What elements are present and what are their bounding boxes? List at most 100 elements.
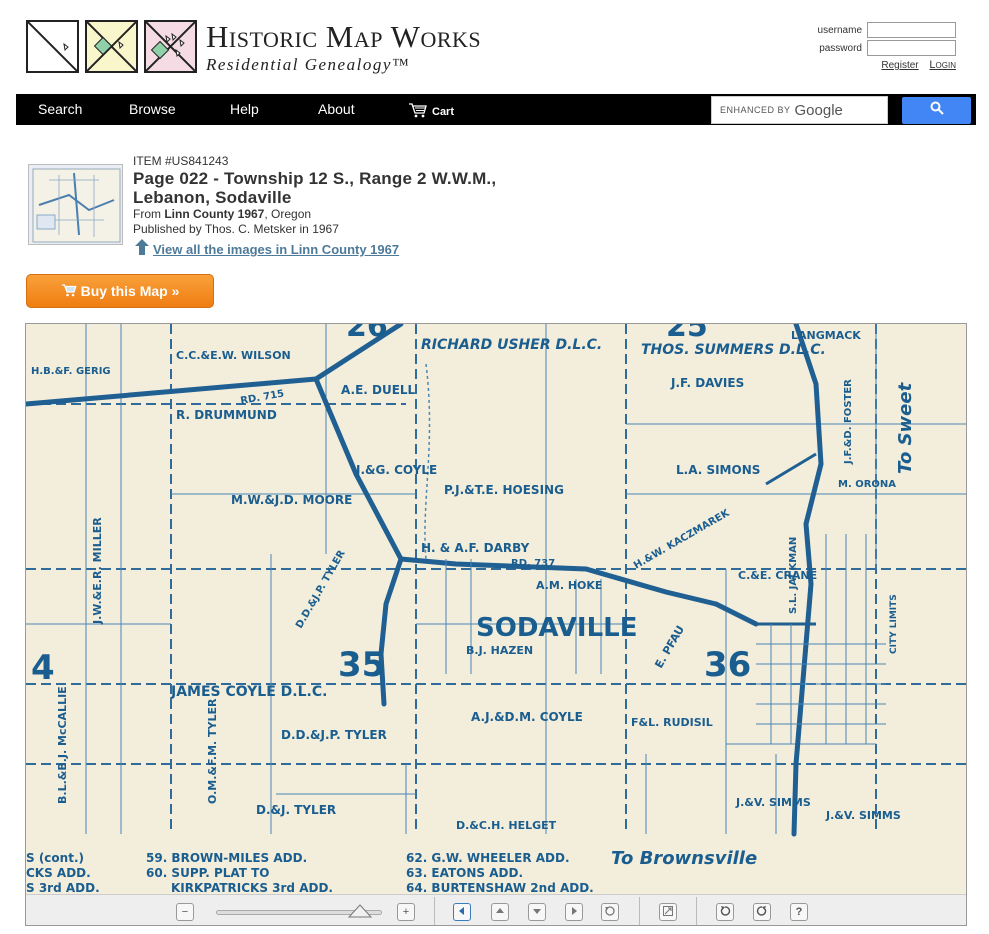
brand: Historic Map Works Residential Genealogy…: [206, 20, 481, 75]
map-label-rudisil: F&L. RUDISIL: [631, 716, 713, 729]
nav-about[interactable]: About: [318, 101, 355, 117]
username-input[interactable]: [867, 22, 956, 38]
map-label-summers: THOS. SUMMERS D.L.C.: [641, 342, 826, 358]
map-label-simms-1: J.&V. SIMMS: [735, 796, 811, 809]
map-label-orona: M. ORONA: [838, 479, 896, 490]
map-label-usher: RICHARD USHER D.L.C.: [421, 337, 602, 353]
map-label-sec36: 36: [704, 645, 751, 685]
cart-icon: [408, 102, 428, 121]
rotate-left-icon: [719, 905, 731, 920]
map-image[interactable]: SODAVILLE 35 36 25 26 4 RICHARD USHER D.…: [26, 324, 966, 895]
map-label-sodaville: SODAVILLE: [476, 613, 637, 643]
zoom-slider[interactable]: [216, 904, 382, 918]
pan-left-button[interactable]: [453, 903, 471, 921]
map-label-langmack: LANGMACK: [791, 329, 861, 342]
main-nav: Search Browse Help About Cart ENHANCED B…: [16, 94, 976, 125]
rotate-right-button[interactable]: [753, 903, 771, 921]
map-label-tyler-om: O.M.&F.M. TYLER: [206, 698, 219, 804]
map-legend-2: CKS ADD.: [26, 866, 91, 880]
map-label-tyler-dd2: D.D.&J.P. TYLER: [281, 728, 387, 742]
login-form: username password Register Login: [818, 21, 956, 71]
password-input[interactable]: [867, 40, 956, 56]
pan-right-button[interactable]: [565, 903, 583, 921]
map-label-sec35: 35: [338, 645, 385, 685]
map-label-davies: J.F. DAVIES: [670, 376, 744, 390]
map-toolbar: − + ?: [26, 894, 966, 925]
help-button[interactable]: ?: [790, 903, 808, 921]
arrow-up-icon: [495, 906, 505, 919]
pan-down-button[interactable]: [528, 903, 546, 921]
search-button[interactable]: [902, 97, 971, 124]
buy-map-button[interactable]: Buy this Map »: [26, 274, 214, 308]
map-legend-64: 64. BURTENSHAW 2nd ADD.: [406, 881, 594, 894]
username-label: username: [817, 24, 862, 36]
nav-cart[interactable]: Cart: [408, 102, 454, 121]
brand-title: Historic Map Works: [206, 19, 482, 54]
logo-tile-3: [144, 20, 197, 73]
map-label-sec4: 4: [31, 648, 55, 688]
map-label-hoke: A.M. HOKE: [536, 579, 602, 592]
county-name: Linn County 1967: [164, 207, 265, 221]
map-label-coyle-jg: J.&G. COYLE: [355, 463, 437, 477]
map-viewer: SODAVILLE 35 36 25 26 4 RICHARD USHER D.…: [25, 323, 967, 926]
map-label-drummund: R. DRUMMUND: [176, 408, 277, 422]
map-label-hazen: B.J. HAZEN: [466, 644, 533, 657]
map-legend-59: 59. BROWN-MILES ADD.: [146, 851, 307, 865]
reset-icon: [604, 905, 616, 920]
toolbar-divider: [639, 897, 640, 925]
item-info: ITEM #US841243 Page 022 - Township 12 S.…: [133, 154, 553, 261]
map-legend-63: 63. EATONS ADD.: [406, 866, 523, 880]
map-label-to-sweet: To Sweet: [895, 381, 916, 474]
help-icon: ?: [795, 906, 803, 918]
map-label-coyle-aj: A.J.&D.M. COYLE: [471, 710, 583, 724]
zoom-in-button[interactable]: +: [397, 903, 415, 921]
toolbar-divider: [696, 897, 697, 925]
map-label-hoesing: P.J.&T.E. HOESING: [444, 483, 564, 497]
map-label-foster: J.F.&D. FOSTER: [843, 379, 854, 465]
map-label-tyler-dj: D.&J. TYLER: [256, 803, 336, 817]
map-legend-60: 60. SUPP. PLAT TO: [146, 866, 270, 880]
map-label-james-coyle: JAMES COYLE D.L.C.: [170, 684, 327, 700]
zoom-slider-thumb[interactable]: [347, 903, 373, 919]
cart-label: Cart: [432, 105, 455, 118]
cart-icon: [61, 283, 77, 300]
login-link[interactable]: Login: [929, 59, 956, 71]
nav-browse[interactable]: Browse: [129, 101, 176, 117]
map-legend-3: S 3rd ADD.: [26, 881, 100, 894]
reset-view-button[interactable]: [601, 903, 619, 921]
map-label-simms-2: J.&V. SIMMS: [825, 809, 901, 822]
nav-search[interactable]: Search: [38, 101, 82, 117]
google-label: Google: [794, 101, 843, 119]
fullscreen-button[interactable]: [659, 903, 677, 921]
toolbar-divider: [434, 897, 435, 925]
logo[interactable]: [26, 20, 197, 73]
google-search-input[interactable]: ENHANCED BY Google: [711, 96, 888, 124]
nav-help[interactable]: Help: [230, 101, 259, 117]
zoom-out-button[interactable]: −: [176, 903, 194, 921]
state-name: , Oregon: [264, 207, 312, 221]
map-legend-60b: KIRKPATRICKS 3rd ADD.: [171, 881, 333, 894]
view-all-images-link[interactable]: View all the images in Linn County 1967: [153, 242, 399, 257]
arrow-left-icon: [457, 906, 467, 919]
from-label: From: [133, 207, 165, 221]
arrow-down-icon: [532, 906, 542, 919]
map-label-moore: M.W.&J.D. MOORE: [231, 493, 352, 507]
map-label-mccallie: B.L.&B.J. McCALLIE: [56, 686, 69, 804]
rotate-left-button[interactable]: [716, 903, 734, 921]
item-id: ITEM #US841243: [133, 154, 229, 168]
back-arrow-icon: [133, 238, 151, 261]
buy-map-label: Buy this Map »: [80, 283, 180, 299]
map-thumbnail[interactable]: [28, 164, 123, 245]
rotate-right-icon: [756, 905, 768, 920]
pan-up-button[interactable]: [491, 903, 509, 921]
password-label: password: [819, 42, 862, 54]
map-label-simons: L.A. SIMONS: [676, 463, 760, 477]
map-label-miller: J.W.&E.R. MILLER: [91, 517, 104, 625]
search-icon: [930, 101, 944, 120]
plus-icon: +: [402, 906, 410, 918]
fullscreen-icon: [662, 905, 674, 920]
map-label-darby: H. & A.F. DARBY: [421, 541, 530, 555]
arrow-right-icon: [569, 906, 579, 919]
map-legend-62: 62. G.W. WHEELER ADD.: [406, 851, 570, 865]
register-link[interactable]: Register: [881, 60, 918, 71]
